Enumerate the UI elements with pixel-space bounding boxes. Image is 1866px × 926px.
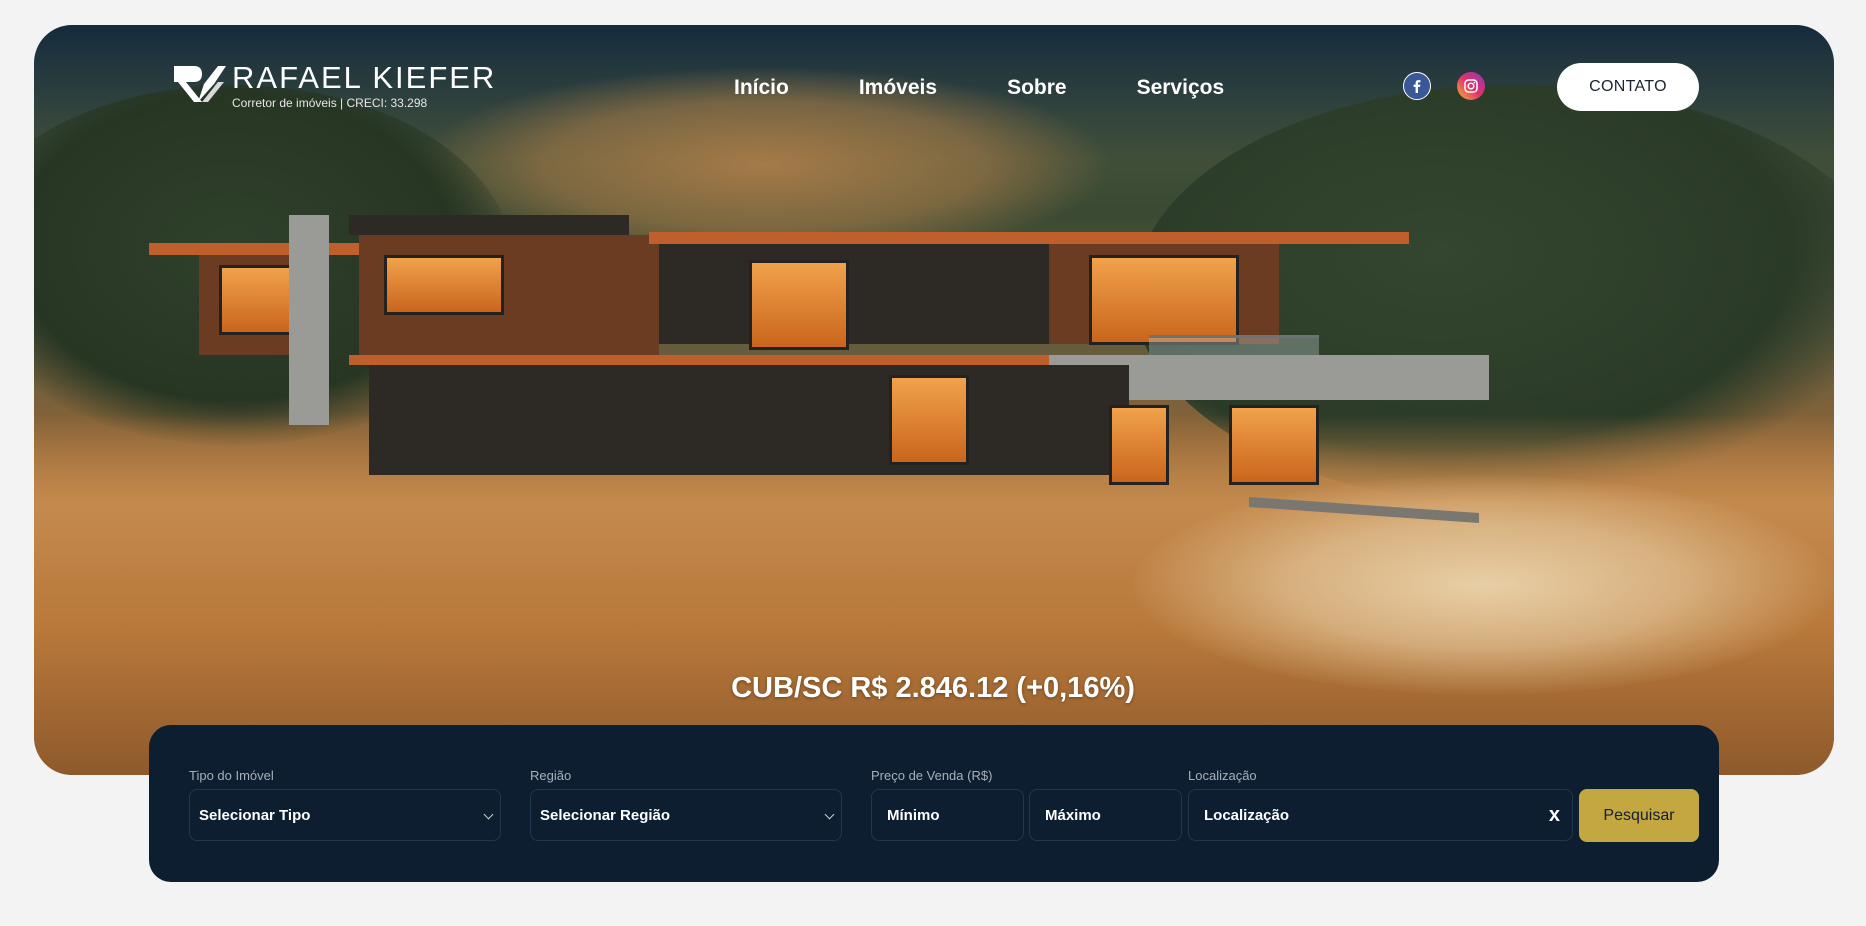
contact-button[interactable]: CONTATO	[1557, 63, 1699, 111]
chevron-down-icon	[824, 809, 835, 820]
chevron-down-icon	[483, 809, 494, 820]
price-label: Preço de Venda (R$)	[871, 768, 993, 783]
wall	[289, 215, 329, 425]
instagram-icon[interactable]	[1457, 72, 1485, 100]
window	[889, 375, 969, 465]
house-illustration	[149, 175, 1489, 545]
type-label: Tipo do Imóvel	[189, 768, 274, 783]
deck	[1249, 496, 1479, 524]
window	[749, 260, 849, 350]
location-input[interactable]: Localização x	[1188, 789, 1573, 841]
price-max-placeholder: Máximo	[1045, 806, 1101, 824]
clear-location-icon[interactable]: x	[1549, 804, 1560, 827]
nav-inicio[interactable]: Início	[734, 76, 789, 100]
nav-servicos[interactable]: Serviços	[1137, 76, 1225, 100]
window	[1229, 405, 1319, 485]
roof	[349, 355, 1049, 365]
location-placeholder: Localização	[1204, 806, 1290, 824]
search-button[interactable]: Pesquisar	[1579, 789, 1699, 842]
window	[1089, 255, 1239, 345]
location-label: Localização	[1188, 768, 1257, 783]
wall	[659, 244, 1079, 344]
price-min-input[interactable]: Mínimo	[871, 789, 1024, 841]
roof	[649, 232, 1409, 244]
search-panel: Tipo do Imóvel Selecionar Tipo Região Se…	[149, 725, 1719, 882]
brand-name: RAFAEL KIEFER	[232, 60, 497, 95]
cub-index-text: CUB/SC R$ 2.846.12 (+0,16%)	[731, 672, 1135, 704]
type-select[interactable]: Selecionar Tipo	[189, 789, 501, 841]
wall	[369, 365, 1129, 475]
wall	[349, 215, 629, 235]
region-select-value: Selecionar Região	[540, 806, 671, 824]
region-select[interactable]: Selecionar Região	[530, 789, 842, 841]
window	[1109, 405, 1169, 485]
window	[219, 265, 299, 335]
window	[384, 255, 504, 315]
price-max-input[interactable]: Máximo	[1029, 789, 1182, 841]
hero-banner	[34, 25, 1834, 775]
main-nav: Início Imóveis Sobre Serviços	[734, 76, 1224, 100]
nav-imoveis[interactable]: Imóveis	[859, 76, 937, 100]
brand-tagline: Corretor de imóveis | CRECI: 33.298	[232, 96, 428, 110]
nav-sobre[interactable]: Sobre	[1007, 76, 1067, 100]
logo[interactable]: RAFAEL KIEFER Corretor de imóveis | CREC…	[172, 62, 496, 110]
type-select-value: Selecionar Tipo	[199, 806, 311, 824]
logo-mark-icon	[172, 62, 228, 106]
price-min-placeholder: Mínimo	[887, 806, 940, 824]
facebook-icon[interactable]	[1403, 72, 1431, 100]
region-label: Região	[530, 768, 572, 783]
